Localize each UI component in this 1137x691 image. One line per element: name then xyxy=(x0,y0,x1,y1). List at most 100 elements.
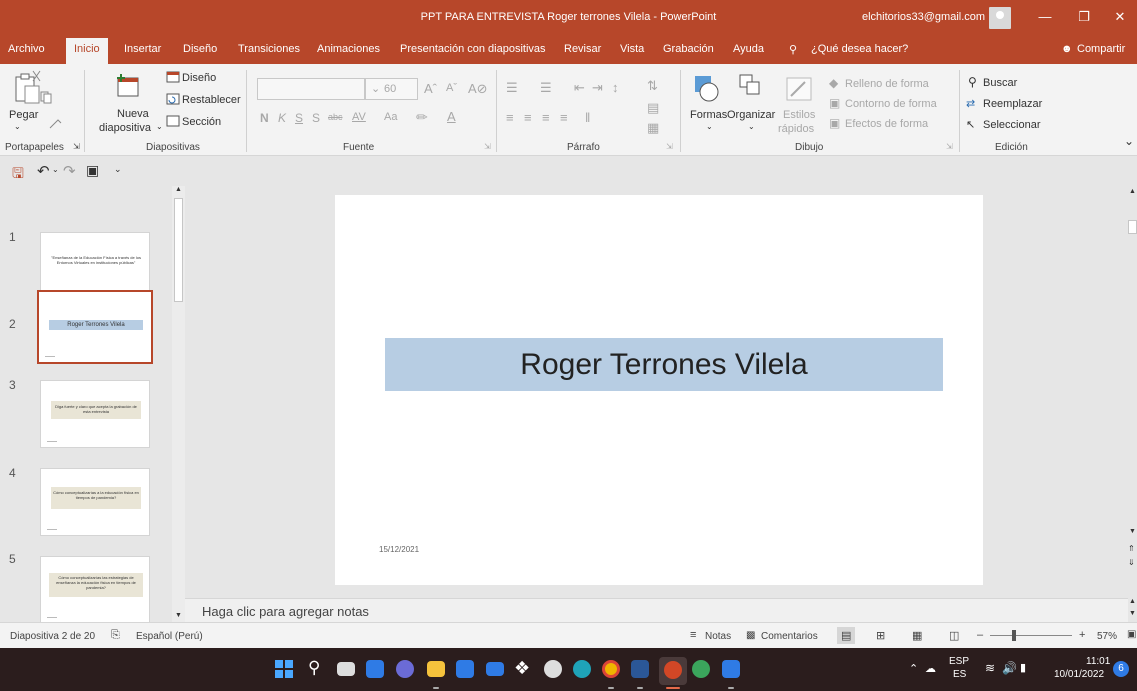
slide-canvas[interactable]: Roger Terrones Vilela 15/12/2021 xyxy=(335,195,983,585)
shape-fill-icon[interactable]: ◆ xyxy=(829,76,838,90)
customize-qat-icon[interactable]: ⌄ xyxy=(114,164,122,175)
underline-button[interactable]: S xyxy=(295,111,303,125)
italic-button[interactable]: K xyxy=(278,111,286,125)
tab-diseno[interactable]: Diseño xyxy=(183,43,217,55)
tab-grabacion[interactable]: Grabación xyxy=(663,43,714,55)
highlight-icon[interactable]: ✏ xyxy=(416,109,428,126)
save-icon[interactable]: 🖫 xyxy=(12,163,24,187)
shapes-icon[interactable] xyxy=(691,74,723,104)
volume-icon[interactable]: 🔊 xyxy=(1002,661,1017,675)
chrome-icon[interactable] xyxy=(602,660,620,678)
smartart-icon[interactable]: ▦ xyxy=(647,120,659,136)
search-icon[interactable]: ⚲ xyxy=(308,658,320,678)
clock-time[interactable]: 11:01 xyxy=(1086,656,1110,667)
app-icon[interactable] xyxy=(722,660,740,678)
dialog-launcher-icon[interactable]: ⇲ xyxy=(946,142,953,151)
clock-date[interactable]: 10/01/2022 xyxy=(1054,669,1104,680)
quick-styles-label[interactable]: Estilos xyxy=(783,109,815,121)
previous-slide-icon[interactable]: ⇑ xyxy=(1128,544,1135,553)
align-left-icon[interactable]: ≡ xyxy=(506,110,514,125)
justify-icon[interactable]: ≡ xyxy=(560,110,568,125)
tab-transiciones[interactable]: Transiciones xyxy=(238,43,300,55)
decrease-indent-icon[interactable]: ⇤ xyxy=(574,80,585,96)
input-layout[interactable]: ES xyxy=(953,669,966,680)
undo-icon[interactable]: ↶ xyxy=(37,162,50,180)
bullets-icon[interactable]: ☰ xyxy=(506,80,518,96)
character-spacing-button[interactable]: AV xyxy=(352,111,366,123)
font-family-select[interactable] xyxy=(257,78,365,100)
minimize-button[interactable]: — xyxy=(1033,6,1057,28)
zoom-slider-thumb[interactable] xyxy=(1012,630,1016,641)
increase-indent-icon[interactable]: ⇥ xyxy=(592,80,603,96)
word-icon[interactable] xyxy=(631,660,649,678)
accessibility-icon[interactable]: ⎘ xyxy=(111,629,120,642)
paste-button[interactable]: Pegar xyxy=(9,109,38,121)
cut-icon[interactable] xyxy=(30,70,44,84)
find-button[interactable]: Buscar xyxy=(983,77,1017,89)
tab-insertar[interactable]: Insertar xyxy=(124,43,161,55)
dialog-launcher-icon[interactable]: ⇲ xyxy=(666,142,673,151)
notification-badge[interactable]: 6 xyxy=(1113,661,1129,677)
quick-styles-icon[interactable] xyxy=(785,74,815,104)
shrink-font-icon[interactable]: Aˇ xyxy=(446,82,457,94)
edge-icon[interactable] xyxy=(573,660,591,678)
reset-button[interactable]: Restablecer xyxy=(182,94,241,106)
slide-thumbnail-4[interactable]: Cómo conceptualizarías a la educación fí… xyxy=(40,468,150,536)
next-slide-icon[interactable]: ⇓ xyxy=(1128,558,1135,567)
dialog-launcher-icon[interactable]: ⇲ xyxy=(484,142,491,151)
align-text-icon[interactable]: ▤ xyxy=(647,100,659,116)
comment-icon[interactable]: ▩ xyxy=(746,630,755,641)
onedrive-icon[interactable]: ☁ xyxy=(925,662,936,675)
align-right-icon[interactable]: ≡ xyxy=(542,110,550,125)
slide-title[interactable]: Roger Terrones Vilela xyxy=(385,338,943,391)
language-indicator[interactable]: Español (Perú) xyxy=(136,631,203,642)
select-button[interactable]: Seleccionar xyxy=(983,119,1040,131)
arrange-icon[interactable] xyxy=(737,72,767,104)
store-icon[interactable] xyxy=(456,660,474,678)
tab-inicio[interactable]: Inicio xyxy=(66,38,108,64)
slide-sorter-icon[interactable]: ⊞ xyxy=(876,629,885,642)
zoom-slider-track[interactable] xyxy=(990,635,1072,636)
notes-placeholder[interactable]: Haga clic para agregar notas xyxy=(185,598,1128,622)
scroll-up-icon[interactable]: ▲ xyxy=(1129,188,1136,195)
tab-archivo[interactable]: Archivo xyxy=(8,43,45,55)
shape-outline-button[interactable]: Contorno de forma xyxy=(845,98,937,110)
file-explorer-icon[interactable] xyxy=(427,661,445,677)
scroll-up-icon[interactable]: ▲ xyxy=(1129,598,1136,605)
show-hidden-icons[interactable]: ⌃ xyxy=(909,662,918,675)
task-view-icon[interactable] xyxy=(337,662,355,676)
line-spacing-icon[interactable]: ↕ xyxy=(612,80,619,95)
slide-thumbnail-5[interactable]: Cómo conceptualizarías las estrategias d… xyxy=(40,556,150,624)
shape-effects-button[interactable]: Efectos de forma xyxy=(845,118,928,130)
avatar[interactable] xyxy=(989,7,1011,29)
share-button[interactable]: Compartir xyxy=(1077,43,1125,55)
scrollbar-thumb[interactable] xyxy=(174,198,183,302)
slide-thumbnail-3[interactable]: Diga fuerte y claro que acepta la grabac… xyxy=(40,380,150,448)
new-slide-icon[interactable] xyxy=(115,72,141,100)
scroll-down-icon[interactable]: ▼ xyxy=(1129,610,1136,617)
strikethrough-button[interactable]: abc xyxy=(328,112,343,122)
font-color-icon[interactable]: A xyxy=(447,109,456,124)
bold-button[interactable]: N xyxy=(260,111,269,125)
tab-animaciones[interactable]: Animaciones xyxy=(317,43,380,55)
zoom-level[interactable]: 57% xyxy=(1097,631,1117,642)
notes-icon[interactable]: ≡ xyxy=(690,629,696,641)
wifi-icon[interactable]: ≋ xyxy=(985,661,995,675)
comments-toggle[interactable]: Comentarios xyxy=(761,631,818,642)
tab-revisar[interactable]: Revisar xyxy=(564,43,601,55)
input-language[interactable]: ESP xyxy=(949,656,969,667)
shape-effects-icon[interactable]: ▣ xyxy=(829,116,840,130)
app-icon[interactable] xyxy=(544,660,562,678)
fit-slide-icon[interactable]: ▣ xyxy=(1127,629,1136,640)
section-button[interactable]: Sección xyxy=(182,116,221,128)
slideshow-icon[interactable]: ◫ xyxy=(949,629,959,642)
shape-fill-button[interactable]: Relleno de forma xyxy=(845,78,929,90)
widgets-icon[interactable] xyxy=(366,660,384,678)
collapse-ribbon-icon[interactable]: ⌄ xyxy=(1124,134,1134,148)
mail-icon[interactable] xyxy=(486,662,504,676)
new-slide-label[interactable]: Nueva xyxy=(117,108,149,120)
chevron-down-icon[interactable]: ⌄ xyxy=(156,122,163,131)
align-center-icon[interactable]: ≡ xyxy=(524,110,532,125)
shape-outline-icon[interactable]: ▣ xyxy=(829,96,840,110)
account-name[interactable]: elchitorios33@gmail.com xyxy=(862,11,985,23)
